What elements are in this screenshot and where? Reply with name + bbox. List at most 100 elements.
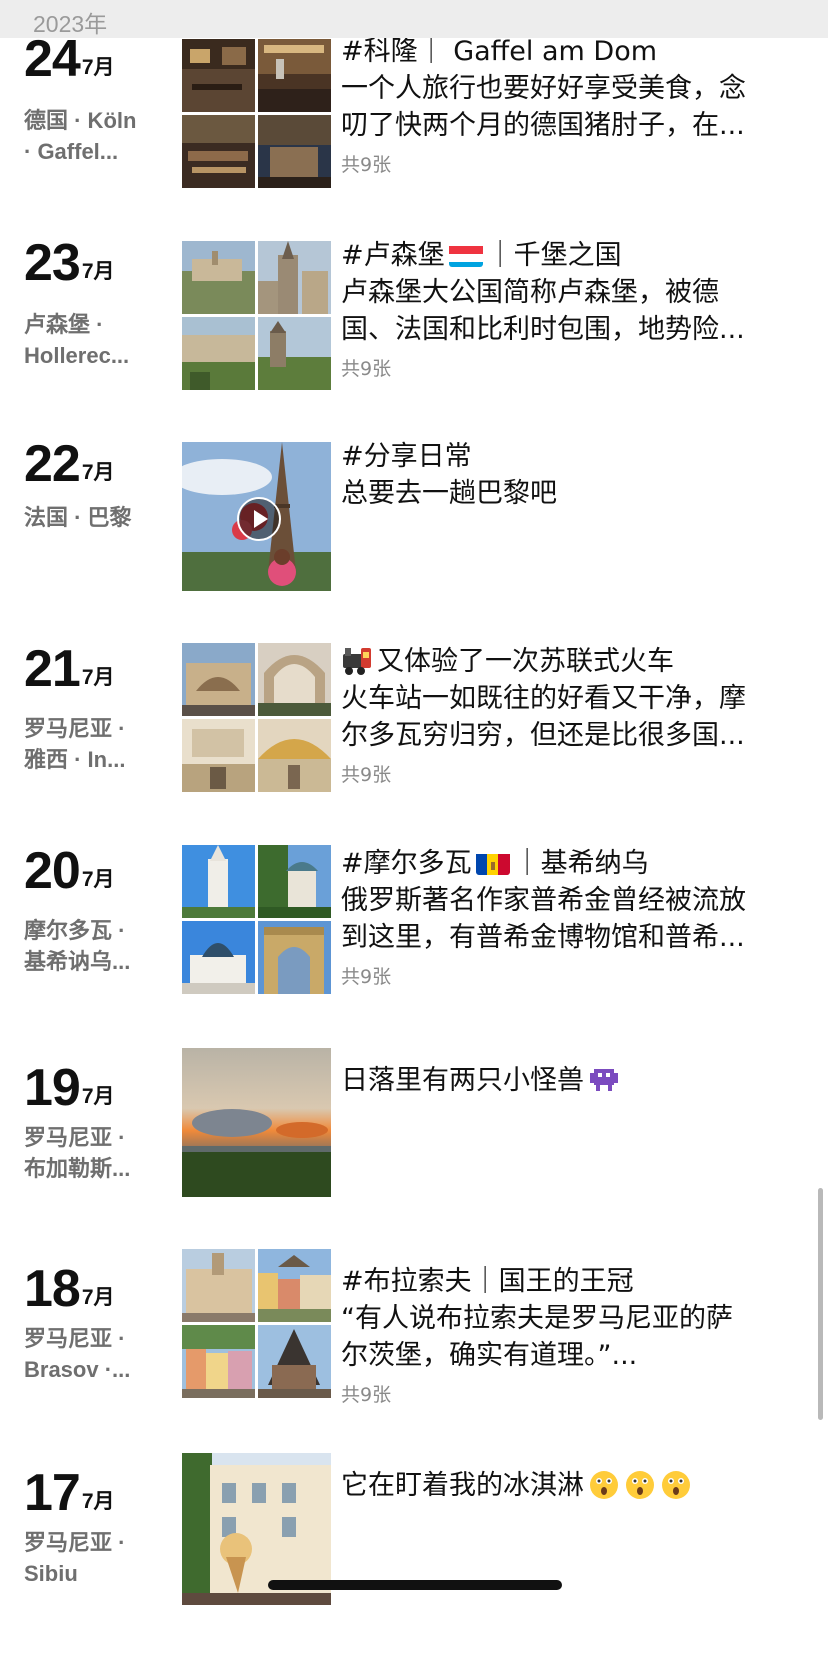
photo-thumbnail[interactable] — [182, 1249, 255, 1322]
post-day: 22 — [24, 435, 81, 493]
post-title: #科隆｜ Gaffel am Dom — [341, 36, 658, 67]
photo-thumbnail[interactable] — [258, 39, 331, 112]
photo-count: 共9张 — [341, 764, 392, 786]
post-location[interactable]: 卢森堡 · Hollerec... — [24, 309, 164, 371]
post-text[interactable]: #分享日常 总要去一趟巴黎吧 — [341, 438, 806, 512]
photo-thumbnail[interactable] — [258, 921, 331, 994]
post-text[interactable]: 又体验了一次苏联式火车 火车站一如既往的好看又干净，摩 尔多瓦穷归穷，但还是比很… — [341, 643, 806, 787]
post-month: 7月 — [81, 666, 115, 689]
photo-grid[interactable] — [182, 1249, 331, 1398]
post-location[interactable]: 法国 · 巴黎 — [24, 502, 164, 533]
photo-thumbnail[interactable] — [258, 241, 331, 314]
post-title-text: 它在盯着我的冰淇淋 — [341, 1470, 584, 1501]
post-text[interactable]: #科隆｜ Gaffel am Dom 一个人旅行也要好好享受美食，念 叨了快两个… — [341, 33, 806, 177]
post-body-line: 一个人旅行也要好好享受美食，念 — [341, 73, 746, 104]
photo-thumbnail[interactable] — [182, 1048, 331, 1197]
post-day: 17 — [24, 1464, 81, 1522]
post-title-part: #卢森堡 — [341, 240, 445, 271]
post-body-line: 俄罗斯著名作家普希金曾经被流放 — [341, 885, 746, 916]
post-location[interactable]: 德国 · Köln · Gaffel... — [24, 105, 164, 167]
post-title: #分享日常 — [341, 441, 472, 472]
photo-thumbnail[interactable] — [258, 1249, 331, 1322]
photo-count: 共9张 — [341, 154, 392, 176]
photo-grid[interactable] — [182, 39, 331, 188]
post-body-line: 到这里，有普希金博物馆和普希... — [341, 922, 745, 953]
post-location[interactable]: 罗马尼亚 · 雅西 · In... — [24, 713, 164, 775]
post-location[interactable]: 罗马尼亚 · Sibiu — [24, 1527, 164, 1589]
alien-monster-icon — [588, 1063, 620, 1095]
post-item[interactable]: 237月 卢森堡 · Hollerec... #卢森堡 ｜千堡之国 卢森堡大公国简… — [0, 237, 828, 437]
post-title-part: ｜基希纳乌 — [513, 848, 649, 879]
photo-thumbnail[interactable] — [182, 39, 255, 112]
post-text[interactable]: #摩尔多瓦 ｜基希纳乌 俄罗斯著名作家普希金曾经被流放 到这里，有普希金博物馆和普… — [341, 845, 806, 989]
post-month: 7月 — [81, 1286, 115, 1309]
photo-thumbnail[interactable] — [182, 921, 255, 994]
photo-thumbnail[interactable] — [258, 643, 331, 716]
post-text[interactable]: 日落里有两只小怪兽 — [341, 1062, 806, 1099]
post-month: 7月 — [81, 461, 115, 484]
post-body-line: 火车站一如既往的好看又干净，摩 — [341, 683, 746, 714]
photo-thumbnail[interactable] — [182, 845, 255, 918]
post-date: 237月 — [24, 237, 115, 297]
photo-thumbnail[interactable] — [182, 1325, 255, 1398]
post-date: 197月 — [24, 1062, 115, 1122]
post-item[interactable]: 217月 罗马尼亚 · 雅西 · In... 又体验了一次苏联式火车 火车站一如… — [0, 643, 828, 843]
post-day: 20 — [24, 842, 81, 900]
post-date: 217月 — [24, 643, 115, 703]
photo-grid[interactable] — [182, 845, 331, 994]
post-date: 227月 — [24, 438, 115, 498]
post-text[interactable]: #布拉索夫｜国王的王冠 “有人说布拉索夫是罗马尼亚的萨 尔茨堡，确实有道理。”.… — [341, 1263, 806, 1407]
post-title: 日落里有两只小怪兽 — [341, 1062, 806, 1099]
post-body-line: “有人说布拉索夫是罗马尼亚的萨 — [341, 1303, 733, 1334]
moldova-flag-icon — [475, 851, 510, 875]
photo-count: 共9张 — [341, 966, 392, 988]
post-item[interactable]: 227月 法国 · 巴黎 #分享日常 总要去一趟巴黎吧 — [0, 438, 828, 638]
photo-count: 共9张 — [341, 1384, 392, 1406]
post-title-text: 又体验了一次苏联式火车 — [377, 646, 674, 677]
post-month: 7月 — [81, 260, 115, 283]
post-location[interactable]: 罗马尼亚 · Brasov ·... — [24, 1323, 164, 1385]
home-indicator[interactable] — [268, 1580, 562, 1590]
post-item[interactable]: 197月 罗马尼亚 · 布加勒斯... 日落里有两只小怪兽 — [0, 1048, 828, 1262]
post-day: 23 — [24, 234, 81, 292]
photo-thumbnail[interactable] — [182, 241, 255, 314]
post-month: 7月 — [81, 1490, 115, 1513]
photo-thumbnail[interactable] — [258, 317, 331, 390]
year-label: 2023年 — [33, 11, 108, 37]
post-title: 它在盯着我的冰淇淋 — [341, 1467, 806, 1504]
post-text[interactable]: 它在盯着我的冰淇淋 — [341, 1467, 806, 1504]
photo-grid[interactable] — [182, 241, 331, 390]
post-text[interactable]: #卢森堡 ｜千堡之国 卢森堡大公国简称卢森堡，被德 国、法国和比利时包围，地势险.… — [341, 237, 806, 381]
post-day: 24 — [24, 30, 81, 88]
post-item[interactable]: 247月 德国 · Köln · Gaffel... #科隆｜ Gaffel a… — [0, 33, 828, 233]
post-title: #卢森堡 ｜千堡之国 — [341, 237, 806, 274]
post-body-line: 尔多瓦穷归穷，但还是比很多国... — [341, 720, 745, 751]
photo-thumbnail[interactable] — [182, 643, 255, 716]
photo-thumbnail[interactable] — [258, 845, 331, 918]
photo-thumbnail[interactable] — [182, 115, 255, 188]
post-body-line: 叨了快两个月的德国猪肘子，在... — [341, 110, 745, 141]
photo-thumbnail[interactable] — [258, 719, 331, 792]
post-month: 7月 — [81, 868, 115, 891]
post-item[interactable]: 177月 罗马尼亚 · Sibiu 它在盯着我的冰淇淋 — [0, 1453, 828, 1667]
post-title: #摩尔多瓦 ｜基希纳乌 — [341, 845, 806, 882]
photo-thumbnail[interactable] — [182, 719, 255, 792]
post-item[interactable]: 207月 摩尔多瓦 · 基希讷乌... #摩尔多瓦 ｜基希纳乌 俄罗斯著名作家普希… — [0, 845, 828, 1045]
astonished-face-icon — [624, 1468, 656, 1500]
photo-thumbnail[interactable] — [182, 317, 255, 390]
post-item[interactable]: 187月 罗马尼亚 · Brasov ·... #布拉索夫｜国王的王冠 “有人说… — [0, 1249, 828, 1463]
scrollbar[interactable] — [818, 1188, 823, 1420]
post-date: 177月 — [24, 1467, 115, 1527]
photo-grid[interactable] — [182, 643, 331, 792]
photo-single[interactable] — [182, 1048, 331, 1197]
play-icon[interactable] — [237, 497, 281, 541]
photo-count: 共9张 — [341, 358, 392, 380]
video-thumbnail[interactable] — [182, 442, 331, 591]
luxembourg-flag-icon — [448, 243, 483, 267]
post-location[interactable]: 罗马尼亚 · 布加勒斯... — [24, 1122, 164, 1184]
post-date: 207月 — [24, 845, 115, 905]
photo-thumbnail[interactable] — [258, 1325, 331, 1398]
post-location[interactable]: 摩尔多瓦 · 基希讷乌... — [24, 915, 164, 977]
post-body-line: 总要去一趟巴黎吧 — [341, 478, 557, 509]
photo-thumbnail[interactable] — [258, 115, 331, 188]
